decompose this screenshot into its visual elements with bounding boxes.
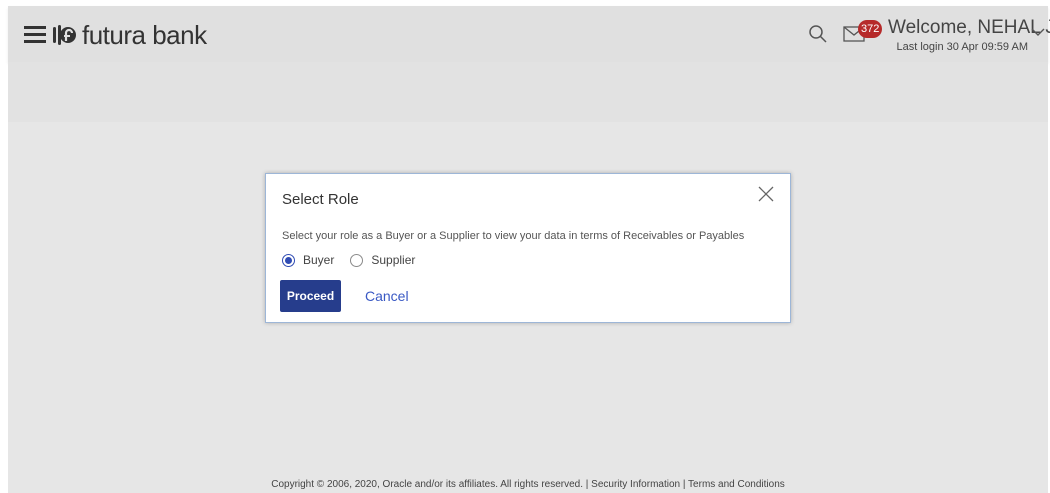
proceed-button[interactable]: Proceed [280, 280, 341, 312]
supplier-radio-label[interactable]: Supplier [371, 253, 415, 267]
futura-logo-icon [53, 25, 76, 45]
sub-header-bar [8, 62, 1048, 122]
cancel-button[interactable]: Cancel [365, 280, 409, 312]
close-icon[interactable] [758, 186, 774, 202]
last-login-text: Last login 30 Apr 09:59 AM [896, 41, 1028, 53]
brand-name: futura bank [82, 19, 207, 50]
role-radio-group: Buyer Supplier [282, 253, 431, 267]
welcome-text[interactable]: Welcome, NEHAL JOSHI [888, 17, 1050, 39]
hamburger-menu-icon[interactable] [24, 26, 46, 44]
top-header: futura bank 372 Welcome, NEHAL JOSHI Las… [8, 6, 1050, 62]
dialog-title: Select Role [282, 191, 359, 208]
buyer-radio[interactable] [282, 253, 295, 267]
notification-badge[interactable]: 372 [858, 20, 883, 38]
chevron-down-icon[interactable] [1031, 27, 1045, 37]
select-role-dialog: Select Role Select your role as a Buyer … [265, 173, 791, 323]
supplier-radio[interactable] [350, 253, 364, 267]
search-icon[interactable] [808, 24, 828, 44]
buyer-radio-label[interactable]: Buyer [303, 253, 334, 267]
footer-text: Copyright © 2006, 2020, Oracle and/or it… [271, 479, 785, 490]
dialog-description: Select your role as a Buyer or a Supplie… [282, 230, 745, 242]
brand-logo[interactable]: futura bank [52, 20, 207, 50]
